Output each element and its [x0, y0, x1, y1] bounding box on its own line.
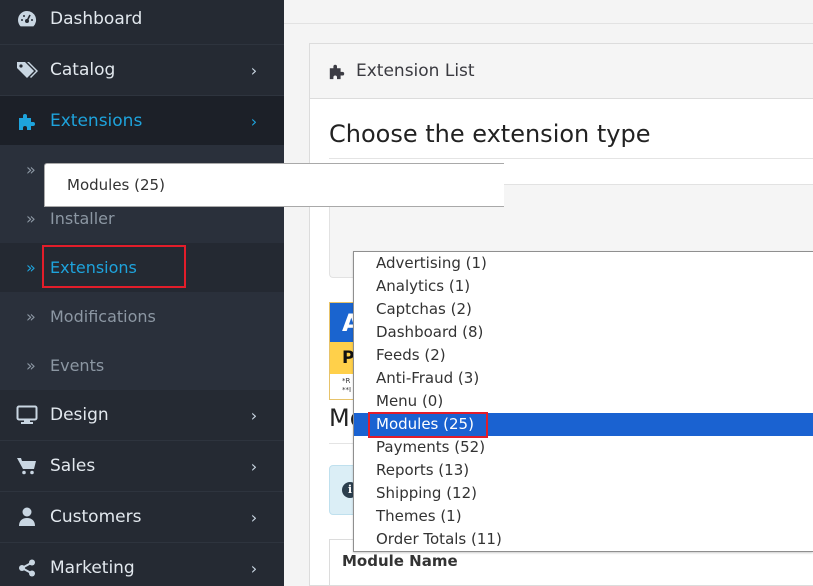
chevron-right-icon: › [250, 111, 258, 131]
sidebar-subitem-label: Installer [50, 209, 115, 228]
share-icon [16, 557, 38, 579]
sidebar-item-customers[interactable]: Customers › [0, 492, 284, 543]
highlight-box [42, 245, 186, 288]
sidebar: Dashboard Catalog › Extensions › » Marke… [0, 0, 284, 586]
sidebar-item-label: Customers [50, 507, 142, 527]
double-chevron-icon: » [26, 307, 36, 326]
sidebar-subitem-label: Modifications [50, 307, 156, 326]
dropdown-option[interactable]: Shipping (12) [354, 482, 813, 505]
double-chevron-icon: » [26, 160, 36, 179]
sidebar-item-label: Catalog [50, 60, 116, 80]
dashboard-icon [16, 8, 38, 30]
panel-title: Extension List [356, 61, 475, 81]
monitor-icon [16, 404, 38, 426]
sidebar-item-marketing[interactable]: Marketing › [0, 543, 284, 586]
sidebar-subitem-modifications[interactable]: » Modifications [0, 292, 284, 341]
chevron-right-icon: › [250, 456, 258, 476]
dropdown-option[interactable]: Advertising (1) [354, 252, 813, 275]
chevron-right-icon: › [250, 507, 258, 527]
user-icon [16, 506, 38, 528]
sidebar-item-design[interactable]: Design › [0, 390, 284, 441]
puzzle-icon [328, 62, 346, 80]
sidebar-item-extensions[interactable]: Extensions › [0, 96, 284, 147]
sidebar-item-label: Dashboard [50, 9, 143, 29]
sidebar-item-label: Extensions [50, 111, 143, 131]
sidebar-item-label: Sales [50, 456, 96, 476]
double-chevron-icon: » [26, 209, 36, 228]
chevron-right-icon: › [250, 60, 258, 80]
extension-type-dropdown[interactable]: Advertising (1) Analytics (1) Captchas (… [353, 251, 813, 552]
dropdown-option[interactable]: Order Totals (11) [354, 528, 813, 551]
tags-icon [16, 59, 38, 81]
dropdown-option[interactable]: Payments (52) [354, 436, 813, 459]
extension-type-select[interactable]: Modules (25) [44, 163, 504, 207]
dropdown-option[interactable]: Anti-Fraud (3) [354, 367, 813, 390]
dropdown-option[interactable]: Themes (1) [354, 505, 813, 528]
dropdown-option[interactable]: Dashboard (8) [354, 321, 813, 344]
dropdown-option[interactable]: Analytics (1) [354, 275, 813, 298]
cart-icon [16, 455, 38, 477]
double-chevron-icon: » [26, 356, 36, 375]
sidebar-subitem-events[interactable]: » Events [0, 341, 284, 390]
sidebar-item-catalog[interactable]: Catalog › [0, 45, 284, 96]
sidebar-subitem-label: Events [50, 356, 105, 375]
dropdown-option[interactable]: Menu (0) [354, 390, 813, 413]
select-value: Modules (25) [67, 176, 165, 194]
panel-heading: Extension List [310, 44, 813, 99]
section-title: Choose the extension type [329, 120, 651, 148]
page-header-bar [284, 0, 813, 24]
sidebar-item-sales[interactable]: Sales › [0, 441, 284, 492]
sidebar-item-label: Design [50, 405, 109, 425]
dropdown-option[interactable]: Feeds (2) [354, 344, 813, 367]
dropdown-option[interactable]: Reports (13) [354, 459, 813, 482]
sidebar-item-dashboard[interactable]: Dashboard [0, 0, 284, 45]
highlight-box [368, 412, 488, 438]
divider [329, 158, 813, 159]
sidebar-item-label: Marketing [50, 558, 135, 578]
chevron-right-icon: › [250, 558, 258, 578]
chevron-right-icon: › [250, 405, 258, 425]
puzzle-icon [16, 110, 38, 132]
dropdown-option[interactable]: Captchas (2) [354, 298, 813, 321]
